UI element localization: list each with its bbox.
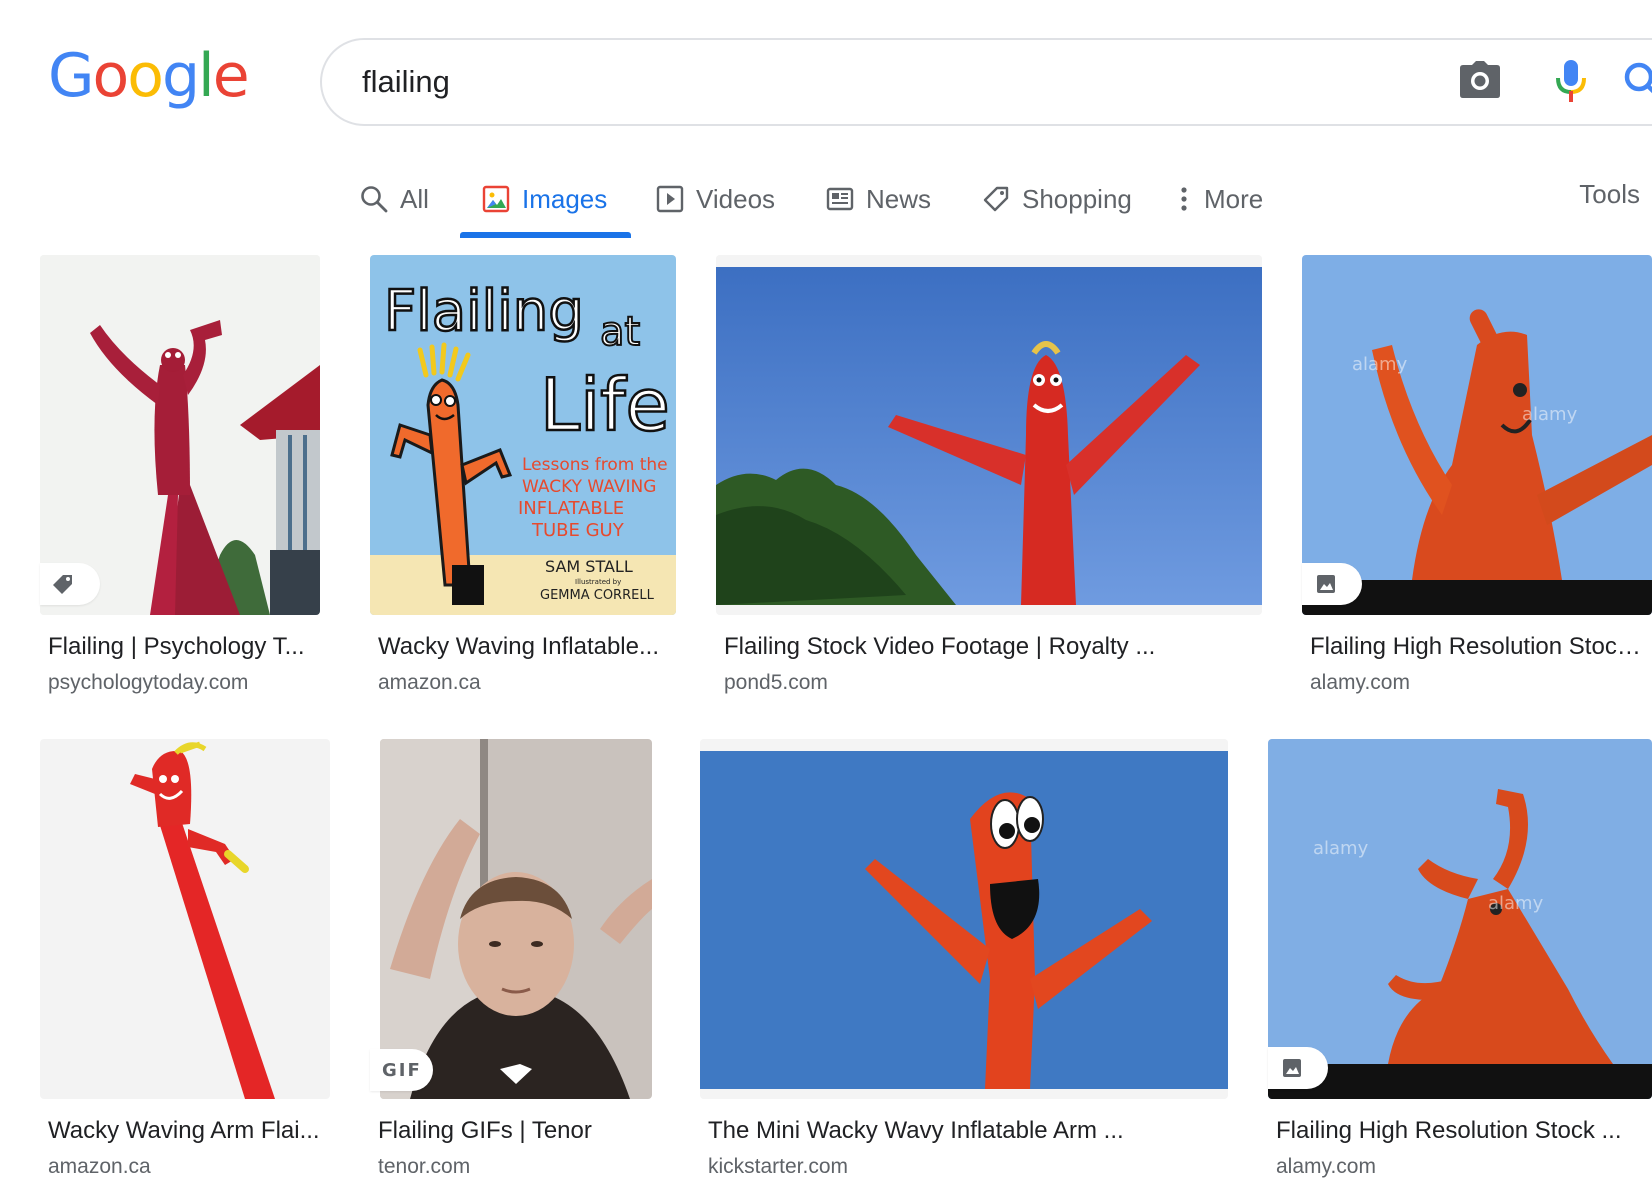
tab-news[interactable]: News bbox=[826, 179, 931, 219]
book-title-word2: at bbox=[600, 309, 640, 355]
tab-label: More bbox=[1204, 183, 1264, 214]
book-subtitle: Lessons from the bbox=[522, 455, 668, 475]
logo-letter: g bbox=[161, 41, 200, 111]
tag-icon bbox=[53, 575, 72, 594]
result-thumbnail[interactable]: alamy alamy bbox=[1302, 255, 1652, 615]
image-badge bbox=[1268, 1047, 1328, 1089]
mic-icon[interactable] bbox=[1554, 58, 1588, 109]
logo-letter: l bbox=[198, 41, 215, 111]
result-thumbnail[interactable] bbox=[380, 739, 652, 1099]
result-thumbnail[interactable] bbox=[716, 255, 1262, 615]
logo-letter: e bbox=[212, 41, 250, 111]
play-icon bbox=[656, 185, 684, 213]
image-icon bbox=[482, 185, 510, 213]
gif-badge: GIF bbox=[370, 1049, 433, 1091]
tab-label: News bbox=[866, 183, 932, 214]
watermark: alamy bbox=[1313, 838, 1369, 859]
tab-videos[interactable]: Videos bbox=[656, 179, 775, 219]
image-result[interactable]: Flailing at Life Lessons from the WACKY … bbox=[370, 255, 680, 705]
result-source[interactable]: amazon.ca bbox=[48, 1155, 151, 1179]
book-title-line2: Life bbox=[540, 363, 670, 447]
result-source[interactable]: alamy.com bbox=[1310, 671, 1410, 695]
result-thumbnail[interactable] bbox=[40, 255, 320, 615]
tools-button[interactable]: Tools bbox=[1579, 179, 1640, 210]
image-result[interactable]: Wacky Waving Arm Flai... amazon.ca bbox=[40, 739, 330, 1188]
tab-label: Videos bbox=[696, 183, 776, 214]
search-input[interactable] bbox=[362, 56, 1362, 108]
result-title[interactable]: Flailing | Psychology T... bbox=[48, 633, 318, 661]
result-source[interactable]: kickstarter.com bbox=[708, 1155, 848, 1179]
tab-shopping[interactable]: Shopping bbox=[982, 179, 1132, 219]
search-box[interactable] bbox=[320, 38, 1652, 126]
book-illustrator: GEMMA CORRELL bbox=[540, 588, 655, 603]
result-title[interactable]: Wacky Waving Arm Flai... bbox=[48, 1117, 328, 1145]
tab-images[interactable]: Images bbox=[482, 179, 607, 219]
watermark: alamy bbox=[1488, 893, 1544, 914]
news-icon bbox=[826, 187, 854, 211]
book-subtitle: TUBE GUY bbox=[531, 520, 625, 541]
result-source[interactable]: psychologytoday.com bbox=[48, 671, 248, 695]
result-title[interactable]: Flailing High Resolution Stock ... bbox=[1276, 1117, 1646, 1145]
result-source[interactable]: pond5.com bbox=[724, 671, 828, 695]
image-result[interactable]: Flailing Stock Video Footage | Royalty .… bbox=[716, 255, 1264, 705]
camera-icon[interactable] bbox=[1458, 60, 1502, 105]
result-thumbnail[interactable]: Flailing at Life Lessons from the WACKY … bbox=[370, 255, 676, 615]
result-title[interactable]: Flailing Stock Video Footage | Royalty .… bbox=[724, 633, 1264, 661]
tab-label: All bbox=[400, 183, 429, 214]
result-title[interactable]: The Mini Wacky Wavy Inflatable Arm ... bbox=[708, 1117, 1228, 1145]
logo-letter: o bbox=[92, 41, 130, 111]
book-subtitle: WACKY WAVING bbox=[522, 477, 656, 497]
book-title-line1: Flailing bbox=[384, 279, 584, 344]
tab-more[interactable]: More bbox=[1176, 179, 1263, 219]
search-icon bbox=[361, 186, 388, 213]
logo-letter: G bbox=[48, 41, 94, 111]
result-title[interactable]: Flailing GIFs | Tenor bbox=[378, 1117, 658, 1145]
result-title[interactable]: Flailing High Resolution Stock ... bbox=[1310, 633, 1650, 661]
image-result[interactable]: alamy alamy Flailing High Resolution Sto… bbox=[1302, 255, 1652, 705]
product-badge bbox=[40, 563, 100, 605]
google-logo[interactable]: Google bbox=[48, 41, 250, 111]
gif-badge-label: GIF bbox=[382, 1059, 422, 1081]
search-tabs: All Images Videos News Shopping More Too… bbox=[0, 165, 1652, 238]
result-thumbnail[interactable]: alamy alamy bbox=[1268, 739, 1652, 1099]
tab-all[interactable]: All bbox=[360, 179, 429, 219]
image-result[interactable]: The Mini Wacky Wavy Inflatable Arm ... k… bbox=[700, 739, 1230, 1188]
image-badge bbox=[1302, 563, 1362, 605]
result-source[interactable]: alamy.com bbox=[1276, 1155, 1376, 1179]
result-thumbnail[interactable] bbox=[700, 739, 1228, 1099]
book-author: SAM STALL bbox=[545, 557, 633, 576]
result-source[interactable]: amazon.ca bbox=[378, 671, 481, 695]
result-source[interactable]: tenor.com bbox=[378, 1155, 470, 1179]
image-result[interactable]: alamy alamy Flailing High Resolution Sto… bbox=[1268, 739, 1652, 1188]
watermark: alamy bbox=[1352, 354, 1408, 375]
result-thumbnail[interactable] bbox=[40, 739, 330, 1099]
tab-label: Shopping bbox=[1022, 183, 1132, 214]
image-result[interactable]: GIF Flailing GIFs | Tenor tenor.com bbox=[370, 739, 660, 1188]
active-tab-indicator bbox=[460, 232, 631, 238]
image-icon bbox=[1283, 1059, 1301, 1077]
watermark: alamy bbox=[1522, 404, 1578, 425]
book-illustrated-by: Illustrated by bbox=[575, 578, 621, 586]
logo-letter: o bbox=[127, 41, 164, 111]
more-vert-icon bbox=[1181, 187, 1187, 211]
book-subtitle: INFLATABLE bbox=[518, 498, 624, 519]
search-icon[interactable] bbox=[1622, 60, 1652, 107]
tag-icon bbox=[983, 186, 1009, 212]
result-title[interactable]: Wacky Waving Inflatable... bbox=[378, 633, 668, 661]
tab-label: Images bbox=[522, 183, 608, 214]
image-result[interactable]: Flailing | Psychology T... psychologytod… bbox=[40, 255, 330, 705]
image-icon bbox=[1317, 575, 1335, 593]
